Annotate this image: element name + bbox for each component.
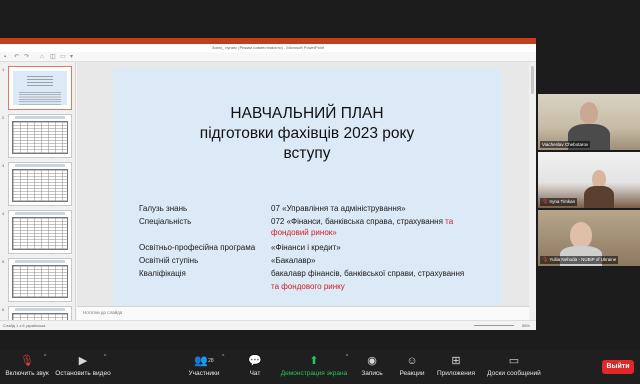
shared-screen: Зовні_ луганс (Режим совместимости) - Mi…: [0, 38, 536, 330]
apps-button[interactable]: ⊞ Приложения: [434, 353, 478, 383]
notes-field[interactable]: Нотатки до слайда: [77, 306, 529, 320]
whiteboards-button[interactable]: ▭ Доски сообщений: [484, 353, 544, 383]
participants-button[interactable]: 👥28 Участники: [186, 353, 222, 383]
participant-video: [580, 102, 598, 124]
powerpoint-window-title: Зовні_ луганс (Режим совместимости) - Mi…: [0, 44, 536, 52]
zoom-meeting-window: Зовні_ луганс (Режим совместимости) - Mi…: [0, 0, 640, 384]
redo-icon[interactable]: ↷: [24, 54, 30, 60]
thumbnail-number: 4: [2, 211, 5, 216]
row-label: Освітній ступінь: [139, 256, 199, 265]
slide-title-line-2: підготовки фахівців 2023 року: [199, 125, 415, 142]
thumbnail-number: 1: [2, 67, 5, 72]
chat-bubble-icon: 💬: [248, 355, 262, 367]
meeting-controls-bar: 🎙︎ Включить звук ^ ▶︎ Остановить видео ^…: [0, 350, 640, 384]
slide-title-line-1: НАВЧАЛЬНИЙ ПЛАН: [230, 105, 384, 122]
zoom-slider[interactable]: [474, 325, 514, 326]
format-icon[interactable]: ◫: [50, 54, 56, 60]
record-button[interactable]: ◉ Запись: [358, 353, 386, 383]
leave-meeting-button[interactable]: Выйти: [602, 360, 634, 374]
slide-title: НАВЧАЛЬНИЙ ПЛАН підготовки фахівців 2023…: [113, 104, 501, 164]
share-screen-button[interactable]: ⬆ Демонстрация экрана: [280, 353, 348, 383]
thumbnail-image: [8, 306, 72, 320]
save-icon[interactable]: ▪: [4, 54, 10, 60]
zoom-level: 58%: [521, 323, 530, 328]
thumbnail-number: 3: [2, 163, 5, 168]
thumbnail-number: 6: [2, 307, 5, 312]
participant-name: Viacheslav Chebotarov: [540, 141, 591, 148]
row-value: «Бакалавр»: [271, 256, 316, 265]
participant-tile[interactable]: 🎙Yuliia Nehoda - NUBiP of Ukraine: [538, 210, 640, 266]
participant-name: 🎙Yuliia Nehoda - NUBiP of Ukraine: [540, 256, 619, 264]
powerpoint-status-bar: Слайд 1 з 6 українська 58%: [0, 320, 536, 330]
video-options-caret[interactable]: ^: [104, 354, 106, 360]
participant-name: 🎙Iryna Timkan: [540, 198, 578, 206]
thumbnail-image: [8, 210, 72, 254]
vertical-scrollbar[interactable]: [529, 62, 536, 320]
more-icon[interactable]: ▾: [70, 54, 76, 60]
share-options-caret[interactable]: ^: [346, 354, 348, 360]
row-value: фондовий ринок»: [271, 228, 337, 237]
participant-video: [570, 222, 592, 248]
slide-title-line-3: вступу: [283, 145, 331, 162]
chat-button[interactable]: 💬 Чат: [242, 353, 268, 383]
thumbnail-number: 2: [2, 115, 5, 120]
scrollbar-thumb[interactable]: [531, 66, 534, 94]
audio-options-caret[interactable]: ^: [44, 354, 46, 360]
participants-icon: 👥28: [194, 355, 214, 367]
reactions-button[interactable]: ☺ Реакции: [396, 353, 428, 383]
record-icon: ◉: [367, 355, 377, 367]
row-value: бакалавр фінансів, банківської справи, с…: [271, 269, 465, 278]
participant-tile[interactable]: Viacheslav Chebotarov: [538, 94, 640, 150]
view-icon[interactable]: ▭: [60, 54, 66, 60]
mic-off-icon: 🎙: [542, 199, 549, 205]
thumbnail-number: 5: [2, 259, 5, 264]
powerpoint-toolbar: ▪ ↶ ↷ ⌂ ◫ ▭ ▾: [0, 52, 536, 62]
reactions-smiley-icon: ☺: [406, 355, 418, 367]
home-icon[interactable]: ⌂: [40, 54, 46, 60]
row-label: Кваліфікація: [139, 269, 186, 278]
row-value: та фондового ринку: [271, 282, 345, 291]
row-value: 07 «Управління та адміністрування»: [271, 204, 406, 213]
thumbnail-image: [8, 66, 72, 110]
participants-options-caret[interactable]: ^: [222, 354, 224, 360]
whiteboard-icon: ▭: [508, 355, 520, 367]
slide-thumbnails-panel[interactable]: 1 2 3 4 5 6: [0, 62, 76, 320]
current-slide[interactable]: НАВЧАЛЬНИЙ ПЛАН підготовки фахівців 2023…: [113, 68, 501, 306]
undo-icon[interactable]: ↶: [14, 54, 20, 60]
share-screen-icon: ⬆: [309, 355, 319, 367]
thumbnail-image: [8, 114, 72, 158]
row-value: «Фінанси і кредит»: [271, 243, 341, 252]
thumbnail-image: [8, 162, 72, 206]
participant-tile[interactable]: 🎙Iryna Timkan: [538, 152, 640, 208]
status-slide-info: Слайд 1 з 6 українська: [3, 323, 46, 328]
mic-off-icon: 🎙: [542, 257, 549, 263]
slide-editing-area[interactable]: НАВЧАЛЬНИЙ ПЛАН підготовки фахівців 2023…: [77, 62, 529, 306]
row-label: Спеціальність: [139, 217, 192, 226]
thumbnail-image: [8, 258, 72, 302]
row-value: 072 «Фінанси, банківська справа, страхув…: [271, 217, 454, 226]
row-label: Освітньо-професійна програма: [139, 243, 256, 252]
row-label: Галузь знань: [139, 204, 188, 213]
apps-icon: ⊞: [451, 355, 461, 367]
